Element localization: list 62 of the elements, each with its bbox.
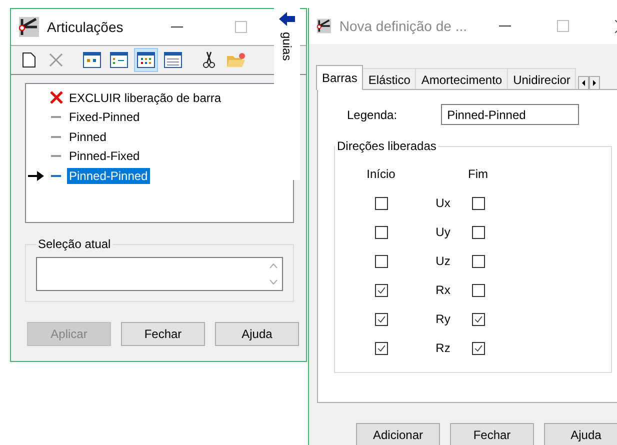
direction-label: Rx [434, 283, 452, 297]
dash-icon [51, 116, 61, 118]
arrow-right-icon [593, 80, 596, 86]
dialog-button[interactable]: Fechar [121, 322, 205, 346]
checkbox[interactable] [374, 254, 388, 268]
field-label: Legenda: [347, 108, 398, 122]
arrow-left-icon [582, 80, 586, 86]
arrow-left-icon [279, 12, 295, 26]
dash-icon [51, 155, 61, 158]
direction-label: Rz [434, 341, 452, 355]
dialog-button[interactable]: Ajuda [544, 423, 617, 445]
scroll-right-button[interactable] [589, 76, 600, 90]
scroll-left-button[interactable] [578, 76, 590, 90]
dialog-button[interactable]: Ajuda [215, 322, 299, 346]
folder-icon[interactable] [226, 52, 246, 68]
direction-label: Uz [434, 254, 452, 268]
direction-label: Ux [434, 196, 452, 210]
new-document-icon[interactable] [22, 52, 36, 68]
scissors-icon[interactable] [203, 51, 215, 69]
checkbox[interactable] [472, 254, 484, 268]
pointer-arrow-icon [28, 170, 44, 181]
toolbar-button[interactable] [134, 48, 158, 72]
group-title: Seleção atual [37, 237, 112, 251]
app-icon [19, 17, 39, 37]
details-view-icon[interactable] [164, 52, 182, 68]
delete-icon [50, 91, 62, 104]
column-header: Início [366, 167, 396, 181]
direction-label: Ry [434, 312, 452, 326]
view-icon[interactable] [110, 52, 128, 68]
direction-label: Uy [434, 225, 452, 239]
checkbox[interactable] [374, 196, 388, 210]
group-title: Direções liberadas [336, 139, 438, 153]
checkbox[interactable] [374, 342, 388, 354]
checkbox[interactable] [472, 342, 484, 354]
checkbox[interactable] [374, 226, 388, 238]
view-icon[interactable] [83, 52, 101, 68]
checkbox[interactable] [472, 284, 484, 296]
app-icon [317, 16, 332, 36]
dash-icon [51, 136, 61, 138]
list-item[interactable]: Pinned-Pinned [67, 168, 150, 184]
checkbox[interactable] [374, 312, 388, 326]
dialog-button[interactable]: Adicionar [356, 423, 440, 445]
list-item[interactable]: Pinned-Fixed [67, 148, 142, 164]
list-item[interactable]: Fixed-Pinned [67, 109, 142, 126]
checkbox[interactable] [374, 284, 388, 296]
tab[interactable]: Unidirecior [507, 68, 576, 90]
checkbox[interactable] [472, 226, 484, 238]
selection-field[interactable] [36, 257, 283, 291]
dialog-button[interactable]: Fechar [450, 423, 534, 445]
list-item[interactable]: EXCLUIR liberação de barra [67, 90, 224, 106]
column-header: Fim [467, 167, 489, 181]
legend-field[interactable]: Pinned-Pinned [441, 104, 580, 125]
checkbox[interactable] [472, 196, 484, 210]
side-tab[interactable]: guias [274, 8, 300, 180]
tab-label: guias [280, 32, 294, 61]
list-item[interactable]: Pinned [67, 128, 108, 145]
grid-view-icon[interactable] [137, 52, 155, 68]
tab[interactable]: Barras [316, 65, 364, 90]
dash-icon [51, 174, 61, 177]
window-title: Nova definição de ... [339, 18, 467, 34]
checkbox[interactable] [472, 312, 484, 326]
window-title: Articulações [47, 19, 124, 35]
